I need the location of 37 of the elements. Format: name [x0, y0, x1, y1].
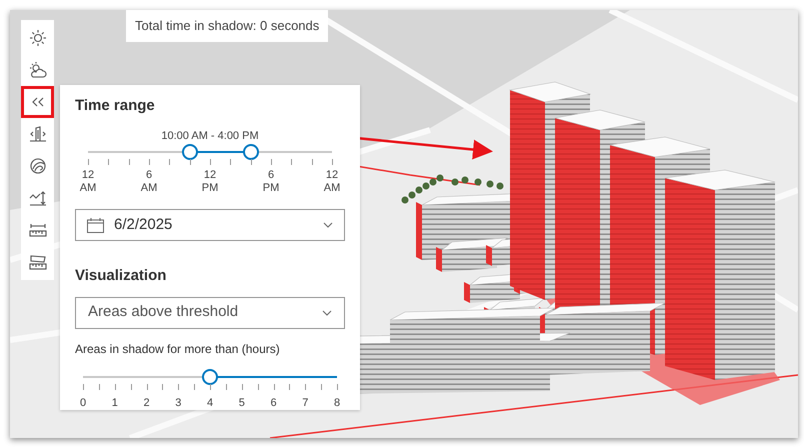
slider-thumb[interactable] [202, 368, 218, 384]
shadow-time-tooltip: Total time in shadow: 0 seconds [126, 10, 328, 42]
tick-label: 3 [175, 396, 182, 410]
chevron-down-icon [323, 222, 333, 228]
tick-label: 4 [206, 396, 214, 410]
tick-label: 5 [238, 396, 245, 410]
slider-thumb[interactable] [182, 144, 198, 160]
toolbar-button[interactable] [21, 86, 54, 118]
building-icon [28, 125, 46, 143]
globe-icon [28, 157, 46, 175]
slider-thumb[interactable] [242, 144, 259, 160]
sun-icon [28, 29, 46, 47]
tick-label: 7 [302, 396, 308, 410]
tick-label: 12 AM [324, 169, 340, 195]
tick-label: 6 PM [262, 169, 280, 195]
time-range-label: 10:00 AM - 4:00 PM [161, 128, 259, 144]
tick-label: 1 [112, 396, 118, 410]
date-value: 6/2/2025 [114, 214, 174, 235]
area-measure-icon [28, 253, 46, 271]
tick-label: 2 [143, 396, 150, 410]
tick-label: 12 AM [80, 169, 96, 195]
visualization-select[interactable]: Areas above threshold [75, 296, 345, 328]
threshold-label: Areas in shadow for more than (hours) [75, 340, 281, 358]
elevation-profile-icon [28, 189, 46, 207]
tick-label: 6 [270, 396, 277, 410]
tick-label: 0 [80, 396, 86, 410]
tick-label: 12 PM [202, 169, 218, 195]
cloud-sun-icon [28, 61, 46, 79]
chevron-down-icon [322, 310, 332, 316]
select-value: Areas above threshold [88, 302, 240, 322]
calendar-icon [87, 218, 104, 232]
section-title: Visualization [75, 266, 168, 286]
ruler-icon [28, 221, 46, 239]
tick-label: 8 [334, 396, 340, 410]
section-title: Time range [75, 96, 156, 116]
date-picker[interactable]: 6/2/2025 [75, 209, 345, 241]
tick-label: 6 AM [140, 169, 158, 195]
